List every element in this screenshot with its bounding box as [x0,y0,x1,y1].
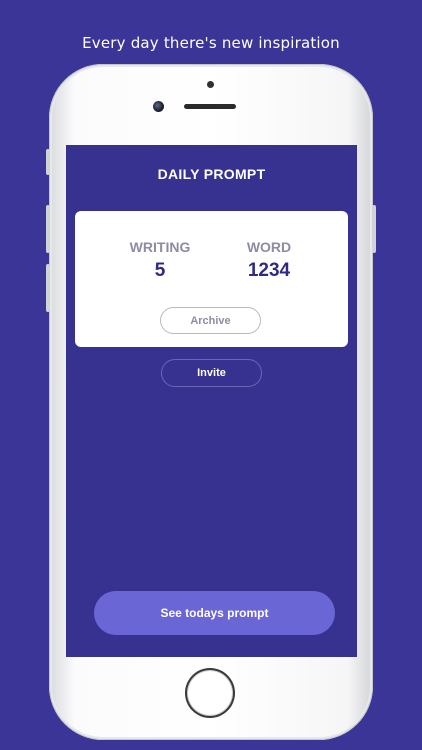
stat-writing-label: WRITING [129,239,191,255]
invite-button[interactable]: Invite [161,359,262,387]
proximity-sensor-icon [207,81,214,88]
home-button[interactable] [185,668,235,718]
earpiece-speaker [184,104,236,109]
volume-up-button [46,205,50,253]
stat-writing-value: 5 [154,260,166,281]
power-button [372,205,376,253]
phone-frame: DAILY PROMPT WRITING 5 WORD 1234 Archive… [46,64,376,740]
stat-word-label: WORD [246,239,292,255]
tagline: Every day there's new inspiration [82,34,340,52]
archive-button[interactable]: Archive [160,307,261,334]
app-screen: DAILY PROMPT WRITING 5 WORD 1234 Archive… [66,145,357,657]
page-title: DAILY PROMPT [157,166,266,182]
stat-writing: WRITING 5 [105,239,215,282]
stats-card: WRITING 5 WORD 1234 Archive [75,211,348,347]
see-todays-prompt-button[interactable]: See todays prompt [94,591,335,635]
front-camera-icon [153,101,164,112]
stat-word-value: 1234 [247,260,291,281]
mute-switch [46,149,50,175]
volume-down-button [46,264,50,312]
stat-word: WORD 1234 [214,239,324,282]
